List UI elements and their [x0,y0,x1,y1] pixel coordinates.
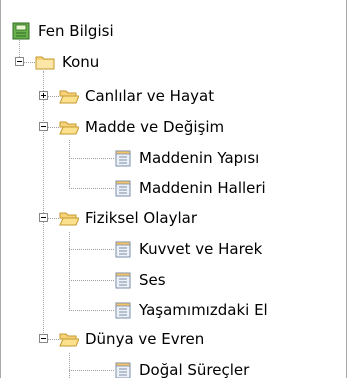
tree-node-folder[interactable]: Canlılar ve Hayat [1,83,346,109]
node-label: Fiziksel Olaylar [85,209,197,227]
tree-node-folder[interactable]: Madde ve Değişim [1,114,346,140]
document-icon [115,180,131,197]
tree-node-konu[interactable]: Konu [1,49,346,75]
document-icon [115,150,131,167]
minus-expander-icon[interactable] [39,334,48,343]
tree-node-document[interactable]: Yaşamımızdaki El [1,297,346,323]
node-label: Konu [62,53,100,71]
node-label: Fen Bilgisi [38,22,114,40]
tree-node-document[interactable]: Doğal Süreçler [1,357,346,378]
tree-node-document[interactable]: Kuvvet ve Harek [1,236,346,262]
book-icon [12,22,30,40]
tree-node-folder[interactable]: Dünya ve Evren [1,326,346,352]
open-folder-icon [59,90,79,104]
plus-expander-icon[interactable] [39,91,48,100]
node-label: Dünya ve Evren [85,330,205,348]
minus-expander-icon[interactable] [39,213,48,222]
minus-expander-icon[interactable] [15,57,24,66]
node-label: Doğal Süreçler [139,361,250,378]
node-label: Canlılar ve Hayat [85,87,215,105]
node-label: Maddenin Halleri [139,179,266,197]
document-icon [115,241,131,258]
document-icon [115,302,131,319]
tree-view[interactable]: Fen Bilgisi Konu Canlılar ve Hayat Madde… [0,0,347,378]
node-label: Yaşamımızdaki El [139,301,268,319]
closed-folder-icon [35,56,55,70]
tree-node-document[interactable]: Maddenin Halleri [1,175,346,201]
open-folder-icon [59,121,79,135]
tree-node-folder[interactable]: Fiziksel Olaylar [1,205,346,231]
node-label: Ses [139,271,166,289]
node-label: Madde ve Değişim [85,118,225,136]
minus-expander-icon[interactable] [39,122,48,131]
tree-node-fen-bilgisi[interactable]: Fen Bilgisi [1,18,346,44]
node-label: Kuvvet ve Harek [139,240,263,258]
tree-node-document[interactable]: Maddenin Yapısı [1,145,346,171]
tree-node-document[interactable]: Ses [1,267,346,293]
node-label: Maddenin Yapısı [139,149,260,167]
open-folder-icon [59,212,79,226]
open-folder-icon [59,333,79,347]
document-icon [115,272,131,289]
document-icon [115,362,131,378]
